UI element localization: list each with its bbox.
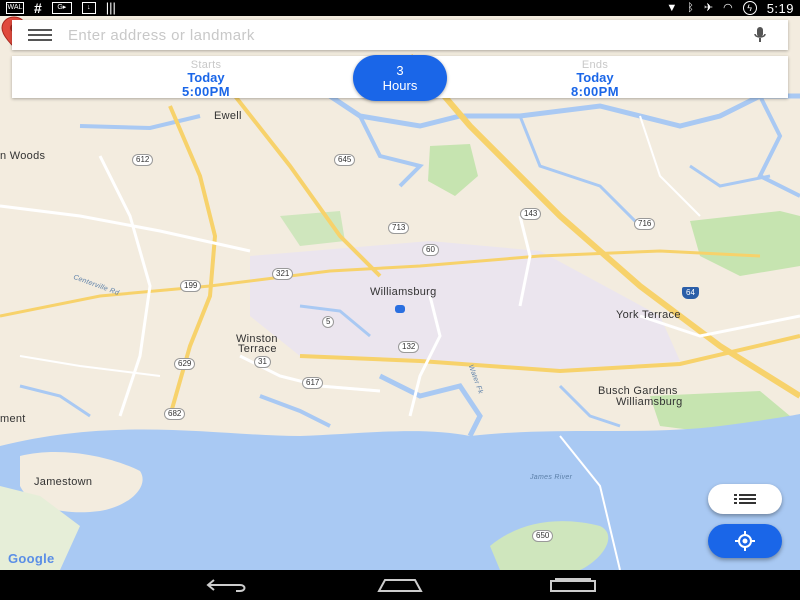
route-shield-617: 617	[302, 377, 324, 389]
clock: 5:19	[766, 0, 794, 16]
my-location-button[interactable]	[708, 524, 782, 558]
route-shield-716: 716	[634, 218, 656, 230]
place-label-woods: n Woods	[0, 150, 46, 162]
route-shield-64: 64	[682, 287, 699, 299]
search-bar	[12, 20, 788, 50]
wifi-icon: ◠	[723, 2, 733, 14]
place-label-ment: ment	[0, 413, 26, 425]
airplane-icon: ✈	[703, 2, 714, 14]
place-label-james-river: James River	[530, 474, 573, 481]
route-shield-713: 713	[388, 222, 410, 234]
start-day: Today	[187, 70, 225, 85]
route-shield-650: 650	[532, 530, 554, 542]
microphone-icon[interactable]	[732, 20, 788, 50]
status-bar: WAL # G▸ ↓ ||| ▼ ᛒ ✈ ◠ ϟ 5:19	[0, 0, 800, 16]
route-shield-132: 132	[398, 341, 420, 353]
bluetooth-icon: ᛒ	[687, 2, 694, 14]
place-label-jamestown: Jamestown	[34, 476, 93, 488]
start-time: 5:00PM	[182, 84, 230, 99]
start-time-selector[interactable]: Starts Today 5:00PM	[106, 59, 306, 99]
cast-icon: G▸	[51, 2, 72, 14]
location-icon: ▼	[666, 2, 678, 14]
my-location-dot	[395, 305, 405, 313]
search-input[interactable]	[68, 26, 732, 44]
hash-icon: #	[34, 0, 42, 16]
end-day: Today	[576, 70, 614, 85]
google-logo-text: Google	[8, 551, 55, 566]
list-view-button[interactable]	[708, 484, 782, 514]
list-icon	[734, 494, 756, 504]
route-shield-612: 612	[132, 154, 154, 166]
route-shield-60: 60	[422, 244, 439, 256]
wal-icon: WAL	[6, 2, 24, 14]
status-right: ▼ ᛒ ✈ ◠ ϟ 5:19	[666, 1, 794, 16]
status-left: WAL # G▸ ↓ |||	[6, 1, 116, 15]
route-shield-629: 629	[174, 358, 196, 370]
back-icon[interactable]	[198, 574, 258, 596]
crosshair-icon	[735, 531, 755, 551]
barcode-icon: |||	[105, 0, 116, 15]
route-shield-143: 143	[520, 208, 542, 220]
duration-value: 3	[396, 63, 404, 78]
home-icon[interactable]	[370, 574, 430, 596]
place-label-busch-williamsburg: Williamsburg	[616, 396, 683, 408]
route-shield-199: 199	[180, 280, 202, 292]
place-label-williamsburg: Williamsburg	[370, 286, 437, 298]
menu-icon[interactable]	[12, 20, 68, 50]
duration-unit: Hours	[382, 78, 418, 93]
place-label-terrace: Terrace	[238, 343, 277, 355]
route-shield-645: 645	[334, 154, 356, 166]
route-shield-682: 682	[164, 408, 186, 420]
parking-time-bar: Starts Today 5:00PM 3 Hours Ends Today 8…	[12, 55, 788, 101]
place-label-ewell: Ewell	[214, 110, 242, 122]
end-time: 8:00PM	[571, 84, 619, 99]
recents-icon[interactable]	[543, 574, 603, 596]
place-label-york-terrace: York Terrace	[616, 309, 681, 321]
duration-button[interactable]: 3 Hours	[353, 55, 447, 101]
google-logo: Google	[8, 551, 55, 566]
battery-icon: ϟ	[742, 1, 757, 15]
route-shield-321: 321	[272, 268, 294, 280]
download-icon: ↓	[81, 2, 96, 14]
end-time-selector[interactable]: Ends Today 8:00PM	[495, 59, 695, 99]
system-nav-bar	[0, 570, 800, 600]
route-shield-31: 31	[254, 356, 271, 368]
